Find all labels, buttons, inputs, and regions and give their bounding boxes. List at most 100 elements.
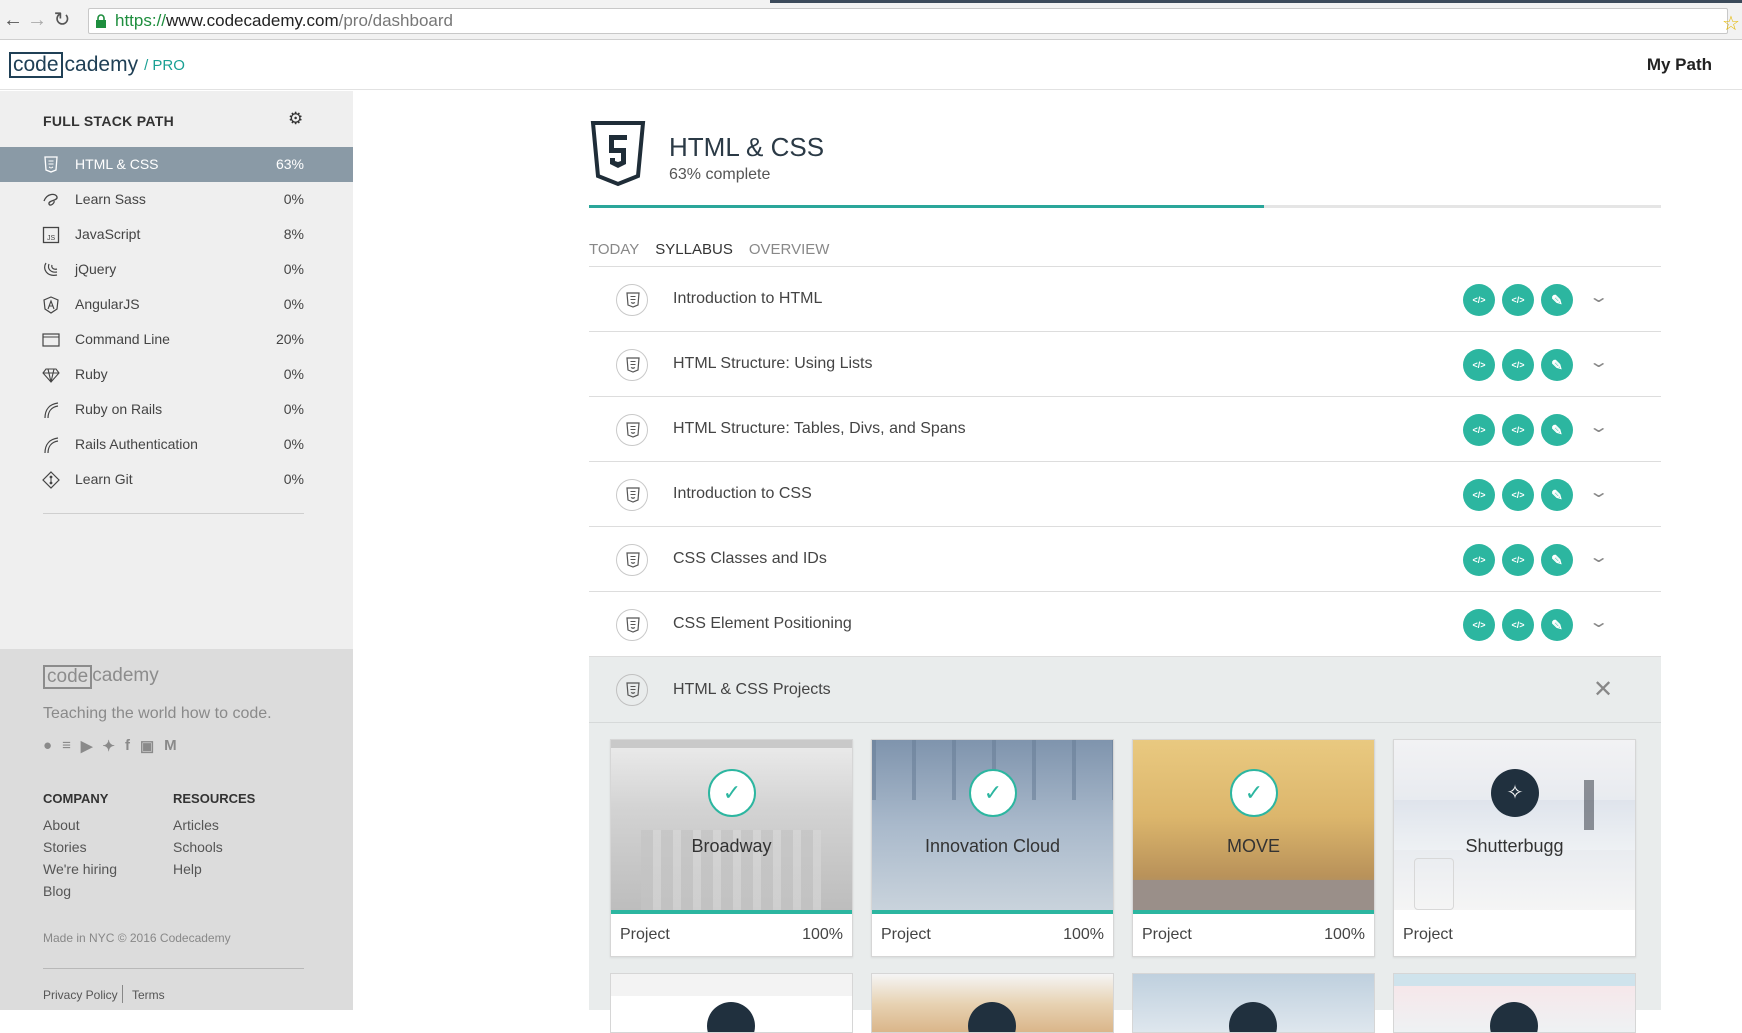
lesson-row[interactable]: Introduction to CSS </> </> ✎ ⌄ <box>589 462 1661 527</box>
back-icon[interactable]: ← <box>2 10 24 32</box>
tab-today[interactable]: TODAY <box>589 241 639 258</box>
sidebar-item-angularjs[interactable]: AngularJS 0% <box>0 287 353 322</box>
exercise-code-button[interactable]: </> <box>1502 479 1534 511</box>
url-bar[interactable]: https://www.codecademy.com/pro/dashboard <box>88 8 1728 34</box>
chevron-down-icon[interactable]: ⌄ <box>1588 547 1609 567</box>
sidebar-item-ruby-on-rails[interactable]: Ruby on Rails 0% <box>0 392 353 427</box>
exercise-code-button[interactable]: </> <box>1463 284 1495 316</box>
lesson-row[interactable]: HTML Structure: Tables, Divs, and Spans <… <box>589 397 1661 462</box>
stackoverflow-icon[interactable]: ≡ <box>62 737 71 755</box>
project-card-row2[interactable] <box>1132 973 1375 1033</box>
projects-header[interactable]: HTML & CSS Projects ✕ <box>589 657 1661 723</box>
project-thumbnail <box>611 740 852 910</box>
footer-link-help[interactable]: Help <box>173 861 202 877</box>
lock-icon <box>96 14 106 28</box>
exercise-code-button[interactable]: </> <box>1463 414 1495 446</box>
exercise-code-button[interactable]: </> <box>1463 609 1495 641</box>
sidebar-item-rails-authentication[interactable]: Rails Authentication 0% <box>0 427 353 462</box>
quiz-edit-button[interactable]: ✎ <box>1541 544 1573 576</box>
tab-overview[interactable]: OVERVIEW <box>749 241 830 258</box>
forward-icon[interactable]: → <box>26 10 48 32</box>
facebook-icon[interactable]: f <box>125 737 130 755</box>
footer-link-hiring[interactable]: We're hiring <box>43 861 117 877</box>
exercise-code-button[interactable]: </> <box>1463 349 1495 381</box>
lesson-title: Introduction to HTML <box>673 290 823 307</box>
project-card-broadway[interactable]: ✓ Broadway Project 100% <box>610 739 853 957</box>
sidebar-item-jquery[interactable]: jQuery 0% <box>0 252 353 287</box>
chevron-down-icon[interactable]: ⌄ <box>1588 352 1609 372</box>
reddit-icon[interactable]: ● <box>43 737 52 755</box>
sidebar-item-label: Ruby on Rails <box>75 401 163 417</box>
instagram-icon[interactable]: ▣ <box>140 737 154 755</box>
chevron-down-icon[interactable]: ⌄ <box>1588 482 1609 502</box>
exercise-code-button[interactable]: </> <box>1463 544 1495 576</box>
bookmark-star-icon[interactable]: ☆ <box>1722 11 1740 36</box>
footer-link-about[interactable]: About <box>43 817 80 833</box>
close-icon[interactable]: ✕ <box>1593 675 1613 704</box>
quiz-edit-button[interactable]: ✎ <box>1541 609 1573 641</box>
html5-icon <box>616 609 648 641</box>
sidebar-item-learn-git[interactable]: Learn Git 0% <box>0 462 353 497</box>
youtube-icon[interactable]: ▶ <box>81 737 93 755</box>
project-card-row2[interactable] <box>1393 973 1636 1033</box>
exercise-code-button[interactable]: </> <box>1502 544 1534 576</box>
lesson-row[interactable]: CSS Classes and IDs </> </> ✎ ⌄ <box>589 527 1661 592</box>
twitter-icon[interactable]: ✦ <box>102 737 115 755</box>
exercise-code-button[interactable]: </> <box>1502 414 1534 446</box>
tab-syllabus[interactable]: SYLLABUS <box>655 241 733 258</box>
footer-link-articles[interactable]: Articles <box>173 817 219 833</box>
lesson-actions: </> </> ✎ <box>1463 544 1573 576</box>
sidebar-item-ruby[interactable]: Ruby 0% <box>0 357 353 392</box>
quiz-edit-button[interactable]: ✎ <box>1541 349 1573 381</box>
project-card-shutterbugg[interactable]: ✧ Shutterbugg Project <box>1393 739 1636 957</box>
lesson-title: CSS Element Positioning <box>673 615 852 632</box>
exercise-code-button[interactable]: </> <box>1463 479 1495 511</box>
footer-link-schools[interactable]: Schools <box>173 839 223 855</box>
quiz-edit-button[interactable]: ✎ <box>1541 479 1573 511</box>
project-name: Innovation Cloud <box>924 836 1061 856</box>
chevron-down-icon[interactable]: ⌄ <box>1588 612 1609 632</box>
chevron-down-icon[interactable]: ⌄ <box>1588 287 1609 307</box>
project-card-move[interactable]: ✓ MOVE Project 100% <box>1132 739 1375 957</box>
codecademy-logo[interactable]: code cademy / PRO <box>9 52 185 78</box>
project-card-row2[interactable] <box>610 973 853 1033</box>
footer-logo[interactable]: code cademy <box>43 665 159 689</box>
sidebar-item-html-css[interactable]: HTML & CSS 63% <box>0 147 353 182</box>
lesson-row[interactable]: Introduction to HTML </> </> ✎ ⌄ <box>589 267 1661 332</box>
sidebar-item-javascript[interactable]: JS JavaScript 8% <box>0 217 353 252</box>
footer-terms-link[interactable]: Terms <box>132 988 165 1002</box>
html5-icon <box>590 121 646 187</box>
exercise-code-button[interactable]: </> <box>1502 284 1534 316</box>
sidebar-item-learn-sass[interactable]: Learn Sass 0% <box>0 182 353 217</box>
sidebar-item-label: AngularJS <box>75 296 140 312</box>
angular-icon <box>43 296 59 314</box>
html5-icon <box>616 544 648 576</box>
sidebar-item-command-line[interactable]: Command Line 20% <box>0 322 353 357</box>
gear-icon[interactable]: ⚙ <box>288 109 303 129</box>
quiz-edit-button[interactable]: ✎ <box>1541 414 1573 446</box>
sidebar-item-label: HTML & CSS <box>75 156 159 172</box>
project-thumbnail <box>1133 740 1374 910</box>
footer-link-blog[interactable]: Blog <box>43 883 71 899</box>
project-card-innovation-cloud[interactable]: ✓ Innovation Cloud Project 100% <box>871 739 1114 957</box>
footer-privacy-link[interactable]: Privacy Policy <box>43 988 118 1002</box>
footer-link-stories[interactable]: Stories <box>43 839 87 855</box>
html5-icon <box>616 674 648 706</box>
lesson-row[interactable]: CSS Element Positioning </> </> ✎ ⌄ <box>589 592 1661 657</box>
medium-icon[interactable]: M <box>164 737 177 755</box>
project-card-row2[interactable] <box>871 973 1114 1033</box>
exercise-code-button[interactable]: </> <box>1502 349 1534 381</box>
lesson-row[interactable]: HTML Structure: Using Lists </> </> ✎ ⌄ <box>589 332 1661 397</box>
sidebar: FULL STACK PATH ⚙ HTML & CSS 63% Learn S… <box>0 91 353 649</box>
footer-resources-heading: RESOURCES <box>173 791 256 806</box>
html5-icon <box>616 349 648 381</box>
footer-divider <box>43 968 304 969</box>
reload-icon[interactable]: ↻ <box>51 10 73 32</box>
quiz-edit-button[interactable]: ✎ <box>1541 284 1573 316</box>
logo-code: code <box>9 52 63 78</box>
exercise-code-button[interactable]: </> <box>1502 609 1534 641</box>
project-thumbnail <box>872 740 1113 910</box>
project-name: MOVE <box>1226 836 1280 856</box>
my-path-link[interactable]: My Path <box>1647 55 1712 75</box>
chevron-down-icon[interactable]: ⌄ <box>1588 417 1609 437</box>
